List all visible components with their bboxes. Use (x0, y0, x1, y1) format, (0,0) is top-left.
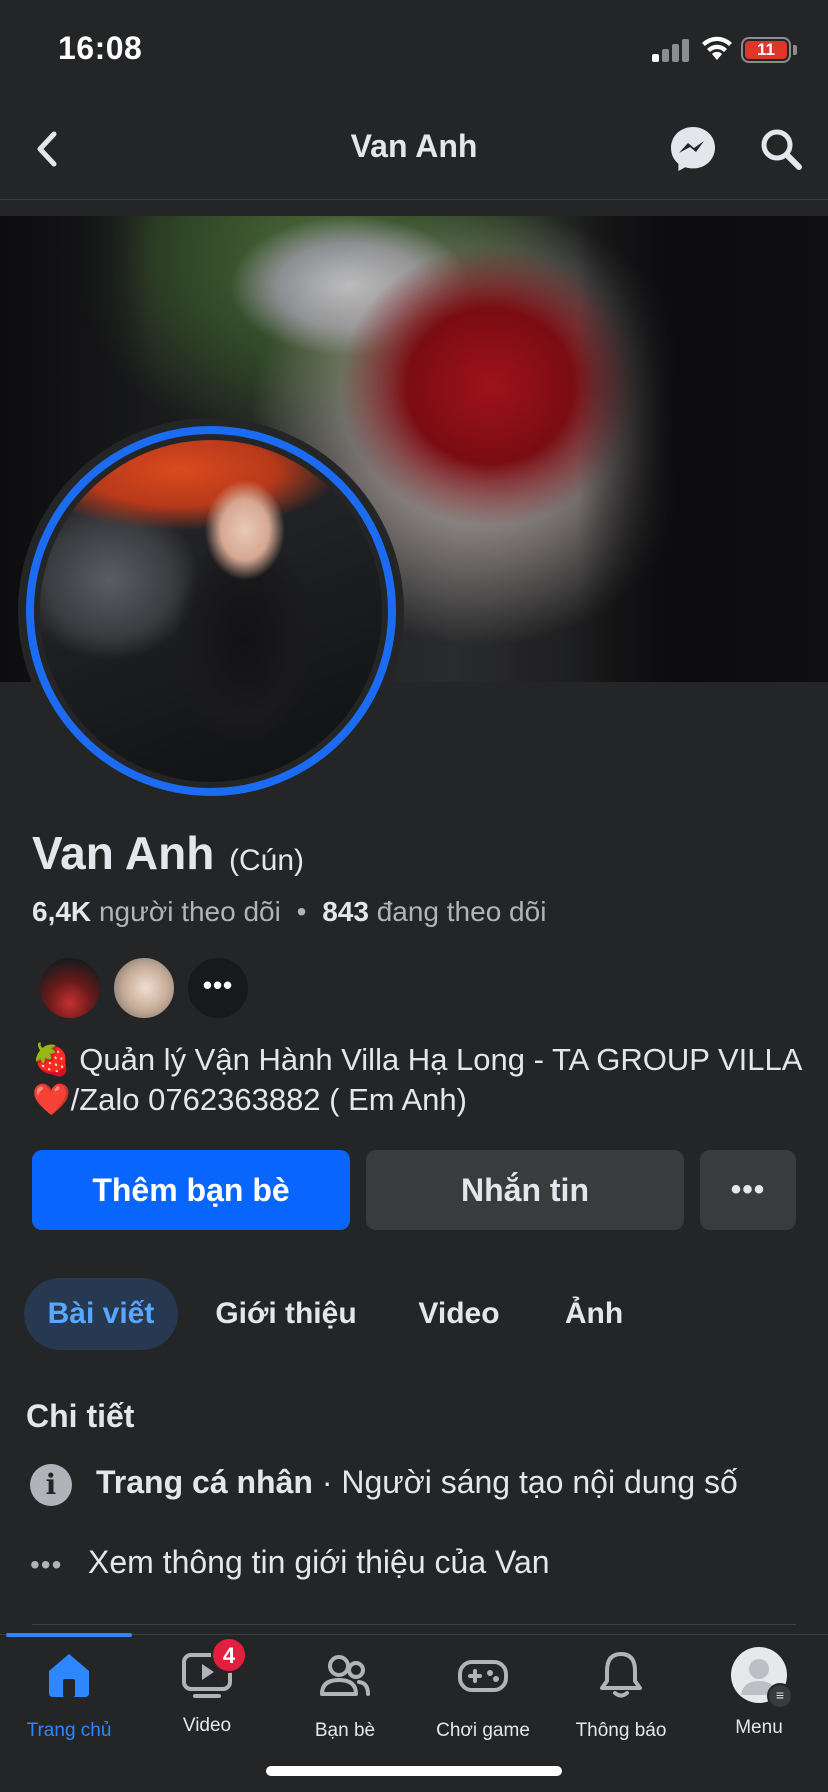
nav-home[interactable]: Trang chủ (0, 1649, 138, 1759)
tab-posts[interactable]: Bài viết (24, 1278, 178, 1350)
nav-video[interactable]: 4 Video (138, 1637, 276, 1759)
see-about-link[interactable]: Xem thông tin giới thiệu của Van (88, 1544, 550, 1581)
avatar-photo (40, 440, 382, 782)
more-friends-button[interactable]: ••• (186, 956, 250, 1020)
wifi-icon (702, 36, 732, 60)
friend-avatar[interactable] (38, 956, 102, 1020)
home-indicator[interactable] (266, 1766, 562, 1776)
tab-about[interactable]: Giới thiệu (196, 1278, 376, 1350)
following-label[interactable]: đang theo dõi (377, 896, 547, 927)
battery-cap (793, 45, 797, 55)
details-heading: Chi tiết (26, 1398, 135, 1434)
profile-name: Van Anh (32, 827, 215, 879)
tab-video[interactable]: Video (396, 1278, 522, 1350)
friends-icon (320, 1655, 370, 1696)
profile-header: Van Anh (0, 100, 828, 200)
menu-avatar-icon: ≡ (731, 1647, 793, 1709)
profile-avatar[interactable] (18, 418, 404, 804)
bio-text-1: Quản lý Vận Hành Villa Hạ Long - TA GROU… (79, 1042, 801, 1077)
status-time: 16:08 (58, 30, 143, 66)
nav-friends-label: Bạn bè (314, 1720, 376, 1741)
nav-menu-label: Menu (735, 1717, 783, 1738)
status-bar: 16:08 11 (0, 0, 828, 100)
video-icon-wrap: 4 (181, 1637, 247, 1701)
nav-notifications[interactable]: Thông báo (552, 1649, 690, 1759)
message-button[interactable]: Nhắn tin (366, 1150, 684, 1230)
back-arrow-icon[interactable] (28, 126, 68, 172)
info-icon: i (30, 1464, 72, 1506)
nav-notifications-label: Thông báo (575, 1720, 667, 1741)
tab-photos[interactable]: Ảnh (546, 1278, 642, 1350)
nav-gaming-label: Chơi game (436, 1720, 530, 1741)
follow-stats: 6,4K người theo dõi • 843 đang theo dõi (32, 896, 546, 928)
section-divider (32, 1624, 796, 1625)
battery-icon: 11 (741, 37, 791, 63)
gaming-icon (458, 1660, 508, 1692)
more-dots-icon: ••• (30, 1549, 63, 1580)
detail-page-type: i Trang cá nhân · Người sáng tạo nội dun… (30, 1460, 810, 1510)
menu-hamburger-icon: ≡ (767, 1683, 793, 1709)
friend-avatar[interactable] (112, 956, 176, 1020)
strawberry-emoji: 🍓 (32, 1042, 71, 1077)
nav-home-label: Trang chủ (26, 1720, 112, 1741)
bell-icon (600, 1652, 642, 1698)
signal-icon (652, 38, 692, 62)
page-type-label: Trang cá nhân (96, 1464, 313, 1500)
active-tab-indicator (6, 1633, 132, 1637)
followers-count[interactable]: 6,4K (32, 896, 91, 927)
messenger-icon[interactable] (668, 124, 718, 174)
add-friend-button[interactable]: Thêm bạn bè (32, 1150, 350, 1230)
nav-friends[interactable]: Bạn bè (276, 1649, 414, 1759)
more-options-button[interactable]: ••• (700, 1150, 796, 1230)
detail-page-type-text: Trang cá nhân · Người sáng tạo nội dung … (96, 1464, 738, 1501)
battery-level: 11 (745, 41, 787, 59)
nav-video-label: Video (182, 1715, 232, 1736)
page-category: · Người sáng tạo nội dung số (312, 1464, 738, 1500)
nav-gaming[interactable]: Chơi game (414, 1649, 552, 1759)
following-count[interactable]: 843 (322, 896, 369, 927)
nav-menu[interactable]: ≡ Menu (690, 1647, 828, 1759)
followers-label[interactable]: người theo dõi (99, 896, 281, 927)
home-icon (49, 1654, 89, 1697)
detail-see-about[interactable]: ••• Xem thông tin giới thiệu của Van (30, 1540, 810, 1590)
profile-bio: 🍓 Quản lý Vận Hành Villa Hạ Long - TA GR… (32, 1040, 802, 1120)
stats-separator: • (296, 896, 307, 927)
search-icon[interactable] (756, 124, 806, 174)
profile-alternate-name: (Cún) (229, 844, 305, 877)
story-ring (26, 426, 396, 796)
video-badge: 4 (211, 1637, 247, 1673)
heart-emoji: ❤️ (32, 1082, 71, 1117)
cover-shadow-right (578, 216, 828, 682)
bio-text-2: /Zalo 0762363882 ( Em Anh) (70, 1082, 467, 1117)
